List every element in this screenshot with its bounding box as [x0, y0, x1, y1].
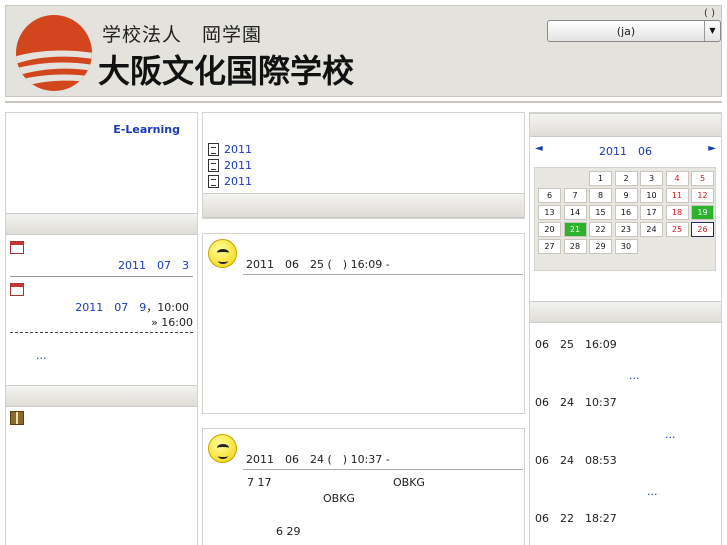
book-icon [10, 411, 24, 425]
news-time: 06 24 08:53 [535, 454, 617, 467]
event-start-time: ，10:00 [146, 301, 189, 314]
calendar-day[interactable]: 14 [563, 205, 587, 220]
calendar-day[interactable]: 9 [614, 188, 638, 203]
calendar-day[interactable]: 5 [691, 171, 714, 186]
calendar-icon [10, 283, 24, 296]
calendar-grid: 1 2 3 4 5 6 7 8 9 10 11 12 13 14 15 16 17 18 19 20 21 22 23 24 2… [534, 167, 716, 271]
document-item[interactable]: 2011 [208, 142, 252, 156]
left-column: E-Learning 2011 07 3 2011 07 9，10:00 » 1… [5, 112, 198, 545]
post-text: 6 29 [276, 525, 301, 538]
calendar-day[interactable]: 15 [589, 205, 612, 220]
event-date-link[interactable]: 2011 07 9 [75, 301, 146, 314]
language-select[interactable]: (ja) ▼ [547, 20, 721, 42]
elearning-link[interactable]: E-Learning [113, 123, 180, 136]
block-footer [203, 193, 524, 218]
calendar-day[interactable]: 29 [589, 239, 612, 254]
language-select-value: (ja) [616, 25, 636, 38]
document-icon [208, 158, 219, 172]
more-link[interactable]: ... [36, 349, 47, 362]
calendar-day[interactable]: 16 [614, 205, 638, 220]
blog-post: 2011 06 25 ( ) 16:09 - [202, 233, 525, 414]
news-time: 06 25 16:09 [535, 338, 617, 351]
event-date: 2011 07 9，10:00 [75, 299, 189, 315]
school-name[interactable]: 大阪文化国際学校 [98, 46, 354, 92]
calendar-block-header [530, 113, 721, 137]
post-divider [243, 274, 523, 275]
smiley-avatar-icon [208, 434, 237, 463]
next-month-button[interactable]: ► [708, 143, 716, 154]
blog-post: 2011 06 24 ( ) 10:37 - 7 17 OBKG OBKG 6 … [202, 428, 525, 545]
news-time: 06 22 18:27 [535, 512, 617, 525]
calendar-day[interactable]: 30 [614, 239, 638, 254]
document-icon [208, 142, 219, 156]
document-icon [208, 174, 219, 188]
post-text: OBKG [323, 492, 355, 505]
chevron-down-icon[interactable]: ▼ [704, 21, 720, 41]
calendar-month: 2011 06 [599, 145, 652, 158]
site-header: 学校法人 岡学園 大阪文化国際学校 ( ) (ja) ▼ [5, 5, 722, 97]
document-link[interactable]: 2011 [224, 175, 252, 188]
calendar-day[interactable]: 12 [691, 188, 714, 203]
document-list-block: 2011 2011 2011 [202, 112, 525, 219]
smiley-avatar-icon [208, 239, 237, 268]
calendar-day[interactable]: 2 [614, 171, 638, 186]
calendar-day[interactable]: 7 [563, 188, 587, 203]
calendar-day[interactable]: 25 [665, 222, 689, 237]
document-link[interactable]: 2011 [224, 159, 252, 172]
calendar-day[interactable]: 23 [614, 222, 638, 237]
school-logo-icon[interactable] [15, 14, 93, 92]
event-date-link[interactable]: 2011 07 3 [118, 257, 189, 273]
header-divider [5, 101, 722, 103]
calendar-header: ◄ 2011 06 ► [530, 143, 721, 159]
calendar-icon [10, 241, 24, 254]
post-text: OBKG [393, 476, 425, 489]
event-divider [10, 332, 193, 333]
news-more-link[interactable]: ... [629, 369, 640, 382]
post-title[interactable]: 2011 06 25 ( ) 16:09 - [246, 256, 390, 272]
calendar-day[interactable]: 6 [538, 188, 561, 203]
language-label: ( ) [704, 8, 715, 19]
document-item[interactable]: 2011 [208, 174, 252, 188]
calendar-day[interactable]: 11 [665, 188, 689, 203]
calendar-day[interactable]: 10 [640, 188, 663, 203]
calendar-day[interactable]: 3 [640, 171, 663, 186]
calendar-day[interactable]: 19 [691, 205, 714, 220]
post-divider [243, 469, 523, 470]
post-title[interactable]: 2011 06 24 ( ) 10:37 - [246, 451, 390, 467]
event-end-time: » 16:00 [151, 316, 193, 329]
calendar-day[interactable]: 17 [640, 205, 663, 220]
post-text: 7 17 [247, 476, 272, 489]
calendar-day[interactable]: 22 [589, 222, 612, 237]
calendar-day[interactable]: 21 [563, 222, 587, 237]
event-divider [10, 276, 193, 277]
calendar-day[interactable]: 8 [589, 188, 612, 203]
left-block-header [6, 385, 197, 407]
news-more-link[interactable]: ... [647, 485, 658, 498]
document-item[interactable]: 2011 [208, 158, 252, 172]
calendar-day[interactable]: 28 [563, 239, 587, 254]
calendar-day[interactable]: 18 [665, 205, 689, 220]
calendar-day[interactable]: 4 [665, 171, 689, 186]
school-corp-name: 学校法人 岡学園 [102, 24, 263, 46]
news-block-header [530, 301, 721, 323]
news-more-link[interactable]: ... [665, 428, 676, 441]
news-time: 06 24 10:37 [535, 396, 617, 409]
calendar-day[interactable]: 1 [589, 171, 612, 186]
left-block-header [6, 213, 197, 235]
right-column: ◄ 2011 06 ► 1 2 3 4 5 6 7 8 9 10 11 12 13 14 15 16 17 18 1… [529, 112, 722, 545]
calendar-day[interactable]: 26 [691, 222, 714, 237]
calendar-day[interactable]: 13 [538, 205, 561, 220]
document-link[interactable]: 2011 [224, 143, 252, 156]
calendar-day[interactable]: 24 [640, 222, 663, 237]
calendar-day[interactable]: 27 [538, 239, 561, 254]
calendar-day[interactable]: 20 [538, 222, 561, 237]
